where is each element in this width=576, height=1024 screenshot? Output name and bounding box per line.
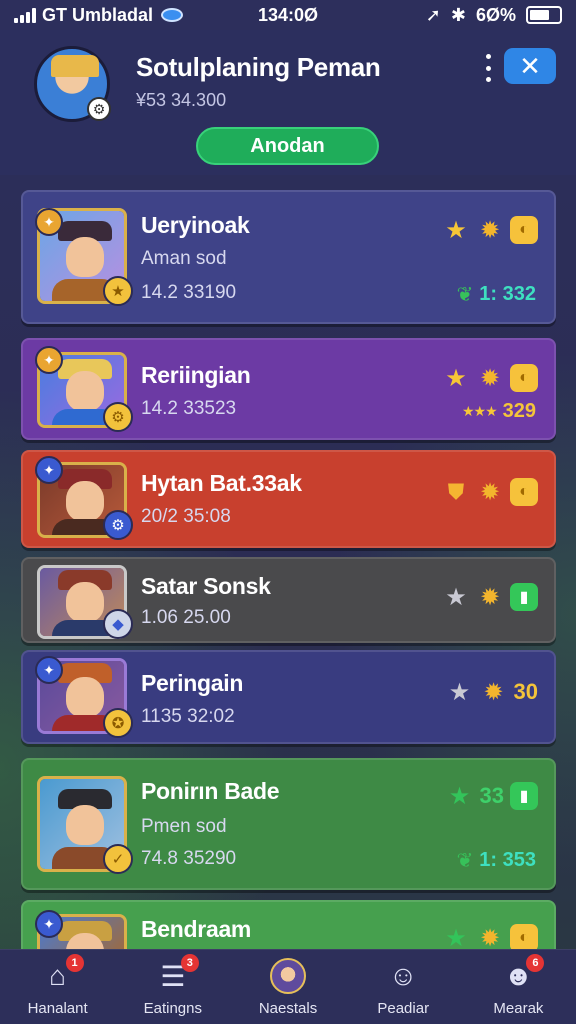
nav-label: Peadiar (377, 1000, 430, 1017)
settings-badge-icon: ⚙ (87, 97, 111, 121)
notification-badge: 3 (180, 954, 199, 972)
rank-badge-icon: ✦ (35, 910, 63, 938)
page-title: Sotulplaning Peman (136, 52, 381, 82)
bottom-nav: ⌂ 1 Hanalant ☰ 3 Eatingns Naestals ☺ Peadi… (0, 949, 576, 1024)
item-stats: 20/2 35:08 (141, 506, 231, 527)
status-bar: GT Umbladal 134:0Ø ➚ ✱ 6Ø% (0, 0, 576, 30)
rating-stars-icon: ★★★ (461, 403, 498, 419)
rank-badge-icon: ✦ (35, 346, 63, 374)
item-metric: ❦ 1: 353 (457, 848, 536, 873)
list-item[interactable]: ✦ ⚙ Hytan Bat.33ak 20/2 35:08 ⛊ ✹ ◐ (21, 450, 556, 548)
notification-badge: 1 (65, 954, 84, 972)
coin-icon: ▮ (510, 583, 538, 611)
list-item[interactable]: ✦ ✪ Peringain 1135 32:02 ★ ✹ 30 (21, 650, 556, 744)
gear-icon: ✹ (479, 364, 501, 392)
profile-icon: ☺ (388, 960, 418, 991)
item-subtitle: Aman sod (141, 248, 227, 269)
coin-icon: ◐ (510, 924, 538, 952)
coin-icon: ◐ (510, 364, 538, 392)
item-metric-value: 1: 353 (479, 849, 536, 871)
coin-badge-icon: ✪ (103, 708, 133, 738)
star-icon: ★ (448, 782, 471, 810)
list-item[interactable]: ◆ Satar Sonsk 1.06 25.00 ★ ✹ ▮ (21, 557, 556, 643)
close-button[interactable]: ✕ (504, 48, 556, 84)
item-metric-value: 1: 332 (479, 283, 536, 305)
leaf-icon: ❦ (456, 850, 474, 872)
gear-icon: ✹ (479, 216, 501, 244)
avatar[interactable]: ⚙ (34, 46, 111, 122)
coin-icon: ◐ (510, 478, 538, 506)
list-item[interactable]: ✓ Ponirın Bade Pmen sod 74.8 35290 ★ 33 … (21, 758, 556, 890)
item-stats: 1.06 25.00 (141, 607, 231, 628)
coin-badge-icon: ✓ (103, 844, 133, 874)
gear-icon: ✹ (483, 678, 504, 706)
nav-item-home[interactable]: ⌂ 1 Hanalant (0, 950, 115, 1024)
rank-badge-icon: ✦ (35, 208, 63, 236)
item-stats: 14.2 33523 (141, 398, 237, 419)
page-subtitle: ¥53 34.300 (136, 90, 227, 110)
rank-badge-icon: ✦ (35, 456, 63, 484)
nav-item-profile[interactable]: ☺ Peadiar (346, 950, 461, 1024)
location-icon: ➚ (425, 4, 441, 25)
item-top-metric: 33 (479, 783, 504, 808)
gem-badge-icon: ◆ (103, 609, 133, 639)
gear-badge-icon: ⚙ (103, 510, 133, 540)
coin-icon: ▮ (510, 782, 538, 810)
list-item[interactable]: ✦ ⚙ Reriingian 14.2 33523 ★ ✹ ◐ ★★★ 329 (21, 338, 556, 440)
nav-item-alerts[interactable]: ☻ 6 Mearak (461, 950, 576, 1024)
item-title: Ponirın Bade (141, 778, 280, 804)
item-metric: ❦ 1: 332 (457, 282, 536, 307)
avatar-hat-icon (51, 55, 99, 77)
star-badge-icon: ★ (103, 276, 133, 306)
nav-item-character[interactable]: Naestals (230, 950, 345, 1024)
star-icon: ★ (445, 364, 467, 392)
item-title: Satar Sonsk (141, 573, 271, 599)
item-title: Reriingian (141, 362, 251, 388)
item-title: Peringain (141, 670, 244, 696)
rank-badge-icon: ✦ (35, 656, 63, 684)
hotspot-icon (161, 8, 184, 22)
item-stats: 74.8 35290 (141, 848, 237, 869)
item-title: Bendraam (141, 916, 252, 942)
item-stats: 14.2 33190 (141, 282, 237, 303)
item-title: Ueryinoak (141, 212, 250, 238)
gear-icon: ✹ (479, 583, 501, 611)
star-icon: ★ (445, 583, 467, 611)
header: ⚙ Sotulplaning Peman ¥53 34.300 ✕ Anodan (0, 30, 576, 175)
item-metric: ★★★ 329 (462, 400, 536, 423)
avatar-icon (270, 958, 306, 994)
item-metric-value: 329 (502, 400, 536, 422)
list-icon: ☰ 3 (155, 954, 199, 994)
notification-badge: 6 (526, 954, 545, 972)
star-icon: ★ (445, 216, 467, 244)
star-icon: ★ (445, 924, 467, 952)
more-menu-icon[interactable] (482, 54, 494, 82)
item-subtitle: Pmen sod (141, 816, 227, 837)
nav-label: Eatingns (143, 1000, 202, 1017)
nav-label: Hanalant (27, 1000, 88, 1017)
home-icon: ⌂ 1 (40, 954, 84, 994)
bluetooth-icon: ✱ (450, 4, 466, 25)
gear-icon: ✹ (479, 478, 501, 506)
close-icon: ✕ (519, 50, 541, 81)
item-stats: 1135 32:02 (141, 706, 235, 727)
shield-icon: ⛊ (447, 479, 465, 504)
gear-badge-icon: ⚙ (103, 402, 133, 432)
primary-action-button[interactable]: Anodan (196, 127, 379, 165)
item-title: Hytan Bat.33ak (141, 470, 302, 496)
star-icon: ★ (448, 678, 471, 706)
nav-label: Naestals (258, 1000, 318, 1017)
signal-icon (14, 7, 36, 23)
nav-label: Mearak (493, 1000, 544, 1017)
profile-alert-icon: ☻ 6 (500, 954, 545, 994)
list-item[interactable]: ✦ ★ Ueryinoak Aman sod 14.2 33190 ★ ✹ ◐ … (21, 190, 556, 324)
coin-icon: ◐ (510, 216, 538, 244)
battery-percent: 6Ø% (475, 4, 516, 25)
nav-item-list[interactable]: ☰ 3 Eatingns (115, 950, 230, 1024)
carrier-name: GT Umbladal (42, 4, 154, 25)
leaf-icon: ❦ (456, 284, 474, 306)
gear-icon: ✹ (479, 924, 501, 952)
battery-icon (526, 6, 562, 24)
item-metric-value: 30 (513, 679, 538, 704)
